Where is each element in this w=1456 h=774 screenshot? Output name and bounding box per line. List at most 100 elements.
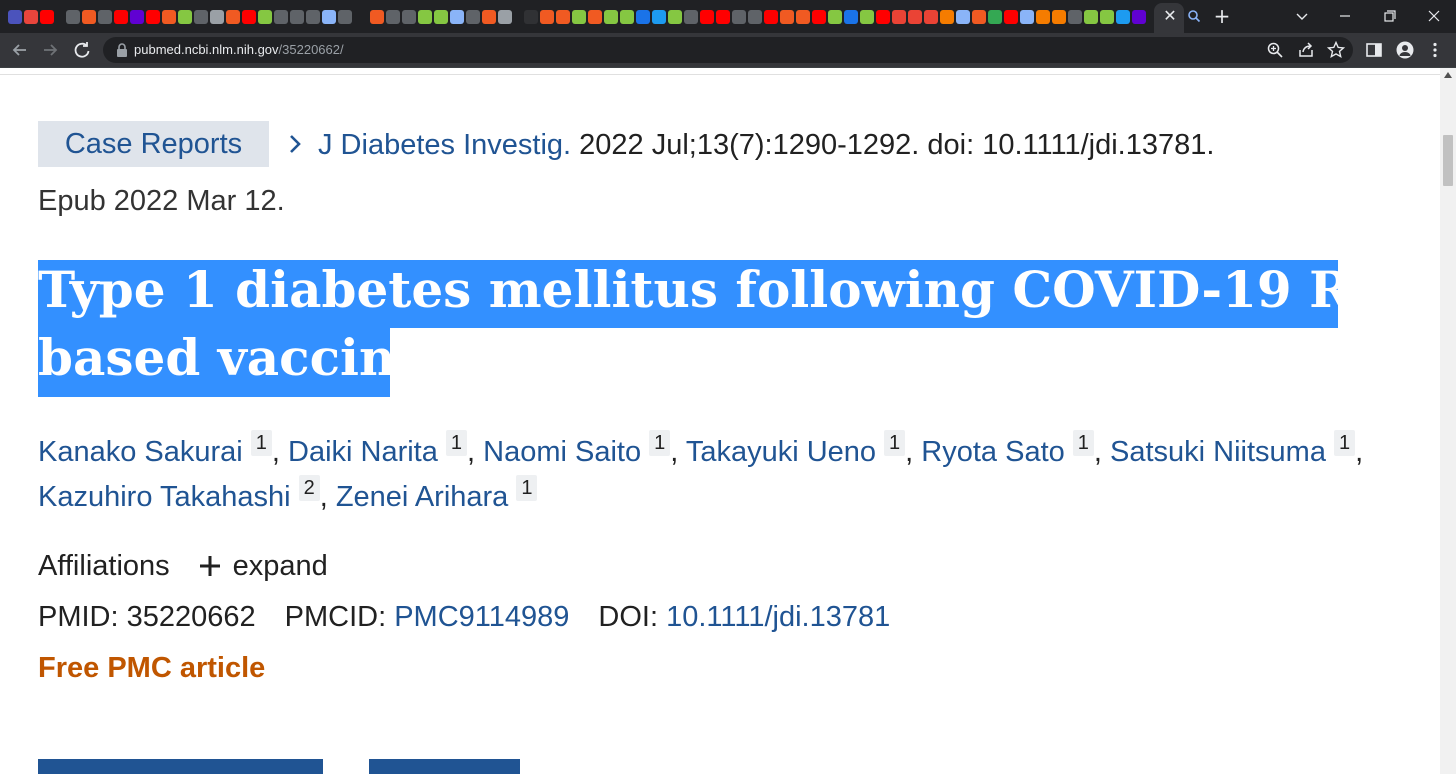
bb-icon[interactable] [482,9,496,24]
youtube-icon[interactable] [716,9,730,24]
tab-close-icon[interactable]: ✕ [1161,6,1179,26]
search-icon[interactable] [956,9,970,24]
search-icon[interactable] [1020,9,1034,24]
back-arrow-icon[interactable] [8,38,32,62]
author-link[interactable]: Kanako Sakurai [38,436,243,468]
author-link[interactable]: Takayuki Ueno [686,436,876,468]
chevron-right-icon[interactable] [286,130,304,158]
gap-icon[interactable] [514,10,522,24]
lock-icon[interactable] [115,42,129,58]
menu-kebab-icon[interactable] [1426,41,1444,59]
scrollbar-thumb[interactable] [1443,135,1453,186]
new-tab-button[interactable]: + [1210,4,1234,28]
share-icon[interactable] [1297,41,1315,59]
journal-link[interactable]: J Diabetes Investig. [318,129,571,161]
minimize-icon[interactable] [1330,3,1360,29]
substack-icon[interactable] [306,9,320,24]
scroll-up-arrow-icon[interactable] [1443,71,1453,79]
rumble-icon[interactable] [418,9,432,24]
globe-icon[interactable] [386,9,400,24]
bb-icon[interactable] [588,9,602,24]
bing-icon[interactable] [24,9,38,24]
tab-list-chevron-down-icon[interactable] [1287,3,1317,29]
bookmark-star-icon[interactable] [1327,41,1345,59]
youtube-icon[interactable] [764,9,778,24]
doc-icon[interactable] [524,9,538,24]
doi-link[interactable]: 10.1111/jdi.13781 [666,601,890,633]
yahoo-icon[interactable] [130,9,144,24]
full-text-button[interactable] [38,759,323,774]
secondary-full-text-button[interactable] [369,759,520,774]
side-panel-icon[interactable] [1365,41,1383,59]
substack-icon[interactable] [1068,9,1082,24]
close-window-icon[interactable] [1419,3,1449,29]
rumble-icon[interactable] [434,9,448,24]
news-icon[interactable] [636,9,650,24]
rumble-icon[interactable] [1084,9,1098,24]
pin-icon[interactable] [892,9,906,24]
gap-icon[interactable] [56,10,64,24]
affiliation-ref[interactable]: 1 [1072,430,1094,456]
globe-icon[interactable] [748,9,762,24]
publication-type-badge[interactable]: Case Reports [38,121,269,167]
r-icon[interactable] [844,9,858,24]
globe-icon[interactable] [290,9,304,24]
affiliation-ref[interactable]: 1 [250,430,272,456]
doc-icon[interactable] [210,9,224,24]
n-icon[interactable] [354,9,368,24]
globe-icon[interactable] [66,9,80,24]
db-icon[interactable] [338,9,352,24]
substack-icon[interactable] [684,9,698,24]
search-icon[interactable] [450,9,464,24]
affiliation-ref[interactable]: 1 [516,475,538,501]
doc-icon[interactable] [498,9,512,24]
rumble-icon[interactable] [178,9,192,24]
youtube-icon[interactable] [876,9,890,24]
youtube-icon[interactable] [242,9,256,24]
affiliations-toggle[interactable]: Affiliations expand [38,546,328,586]
bb-icon[interactable] [82,9,96,24]
pin-icon[interactable] [924,9,938,24]
author-link[interactable]: Zenei Arihara [336,481,509,513]
affiliation-ref[interactable]: 2 [298,475,320,501]
rumble-icon[interactable] [620,9,634,24]
rumble-icon[interactable] [828,9,842,24]
g-icon[interactable] [988,9,1002,24]
forward-arrow-icon[interactable] [38,38,62,62]
tab-search-icon[interactable] [1187,9,1201,23]
youtube-icon[interactable] [1004,9,1018,24]
author-link[interactable]: Daiki Narita [288,436,438,468]
url-text[interactable]: pubmed.ncbi.nlm.nih.gov/35220662/ [134,42,344,58]
restore-icon[interactable] [1375,3,1405,29]
bb-icon[interactable] [162,9,176,24]
twitter-icon[interactable] [652,9,666,24]
author-link[interactable]: Naomi Saito [483,436,641,468]
rumble-icon[interactable] [258,9,272,24]
ms-teams-icon[interactable] [8,9,22,24]
profile-avatar-icon[interactable] [1396,41,1414,59]
list-icon[interactable] [1052,9,1066,24]
bb-icon[interactable] [780,9,794,24]
pmcid-link[interactable]: PMC9114989 [394,601,569,633]
bb-icon[interactable] [370,9,384,24]
author-link[interactable]: Satsuki Niitsuma [1110,436,1326,468]
rumble-icon[interactable] [1100,9,1114,24]
youtube-icon[interactable] [812,9,826,24]
search-icon[interactable] [322,9,336,24]
author-link[interactable]: Ryota Sato [921,436,1064,468]
phone-icon[interactable] [98,9,112,24]
substack-icon[interactable] [466,9,480,24]
pin-icon[interactable] [908,9,922,24]
bb-icon[interactable] [226,9,240,24]
globe-icon[interactable] [274,9,288,24]
author-link[interactable]: Kazuhiro Takahashi [38,481,291,513]
list-icon[interactable] [1036,9,1050,24]
rumble-icon[interactable] [860,9,874,24]
rumble-icon[interactable] [604,9,618,24]
globe-icon[interactable] [732,9,746,24]
youtube-icon[interactable] [114,9,128,24]
youtube-icon[interactable] [700,9,714,24]
twitter-icon[interactable] [1116,9,1130,24]
yahoo-icon[interactable] [1132,9,1146,24]
bookmark-icon[interactable] [940,9,954,24]
